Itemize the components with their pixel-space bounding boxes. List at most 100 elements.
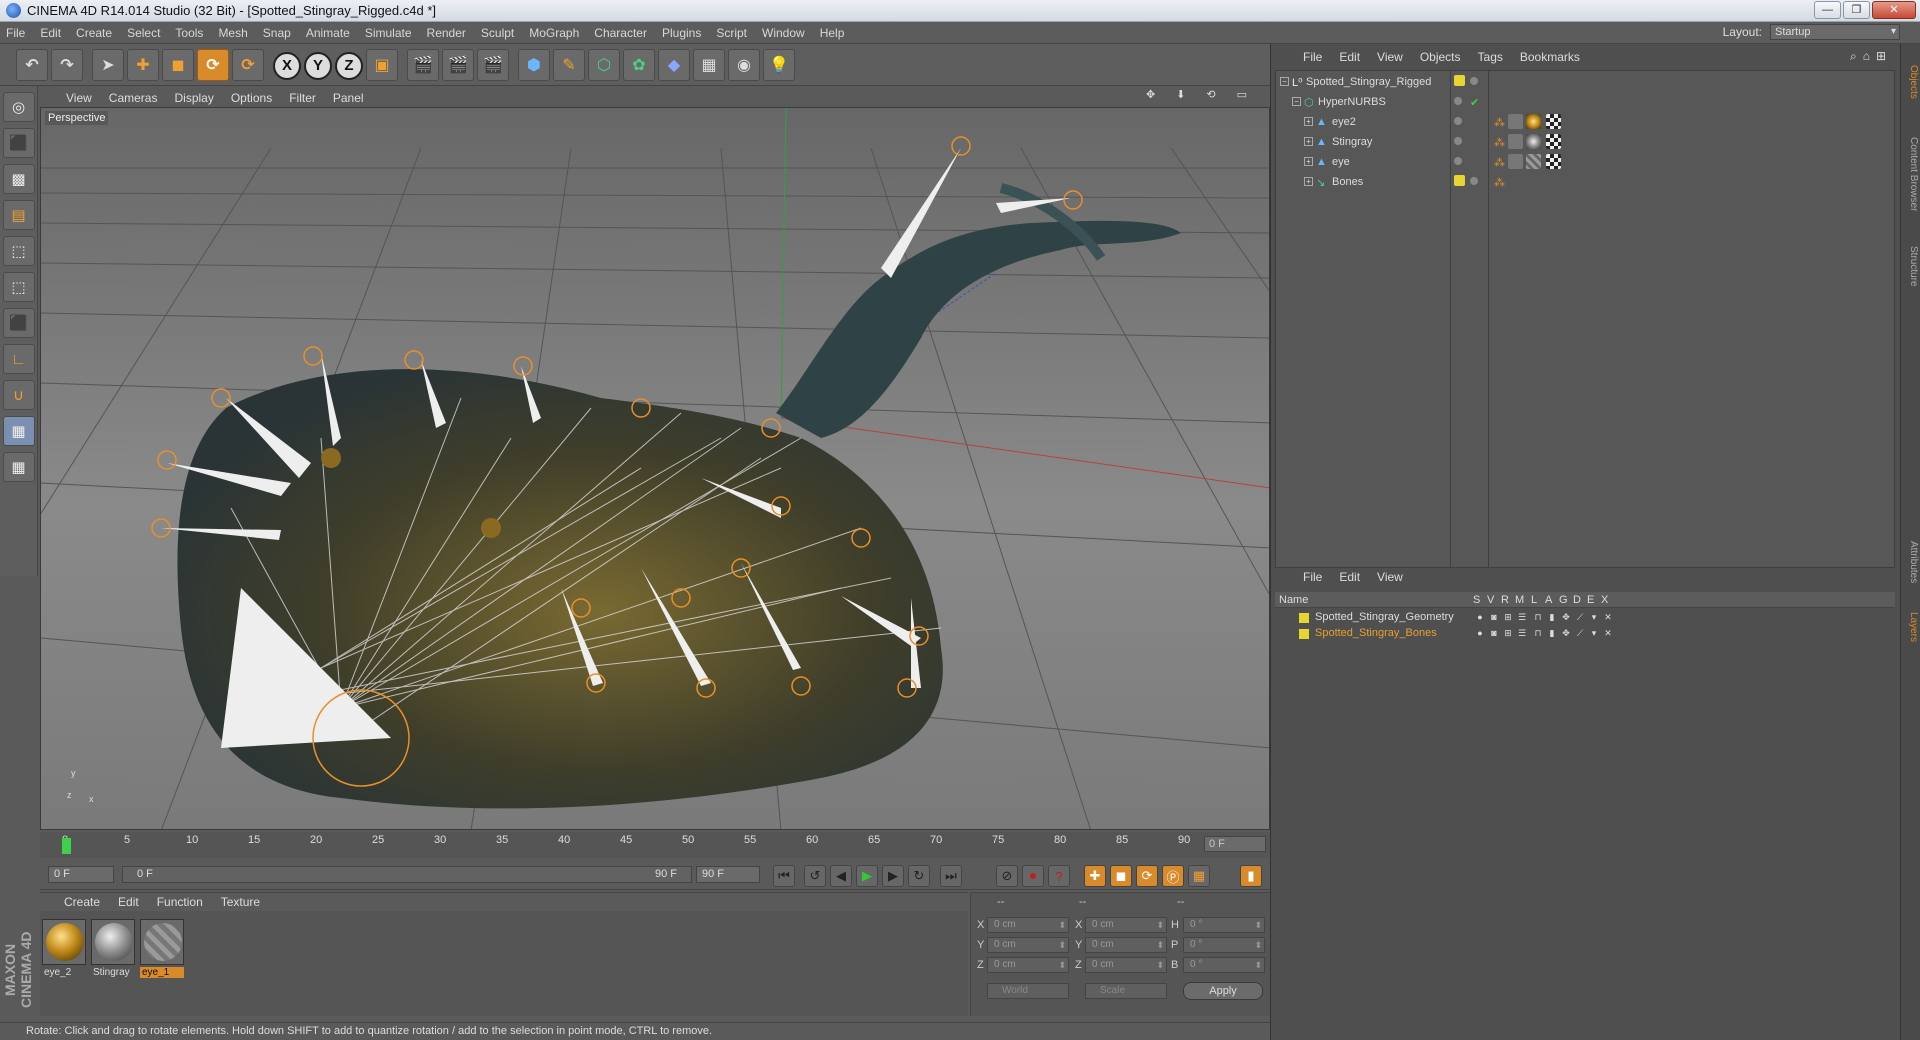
menu-simulate[interactable]: Simulate [365,26,412,40]
key-position-button[interactable]: ✚ [1084,865,1106,887]
object-row-spotted-stingray-rigged[interactable]: − L⁰ Spotted_Stingray_Rigged [1276,73,1894,92]
object-menu-objects[interactable]: Objects [1420,50,1461,64]
go-to-start-button[interactable]: ⏮ [773,865,795,887]
menu-help[interactable]: Help [820,26,845,40]
layer-col-render[interactable]: R [1501,594,1509,606]
rotate-tool-button[interactable]: ⟳ [197,48,229,81]
layer-color-swatch[interactable] [1299,629,1309,639]
undo-button[interactable]: ↶ [16,48,48,81]
recent-tool-button[interactable]: ⟳ [232,48,264,81]
material-stingray[interactable] [91,919,135,965]
coordinate-system-button[interactable]: ▣ [366,48,398,81]
object-menu-view[interactable]: View [1377,50,1403,64]
move-tool-button[interactable]: ✚ [127,48,159,81]
phong-tag-icon[interactable] [1508,114,1523,129]
minimize-button[interactable]: — [1814,1,1841,19]
solo-dot-icon[interactable]: ● [1475,612,1485,622]
current-frame-field[interactable]: 0 F [1204,836,1266,852]
coord-space-dropdown[interactable]: World [987,983,1069,999]
dolly-icon[interactable]: ⬇ [1176,88,1185,101]
uvw-tag-icon[interactable] [1546,154,1561,169]
key-pla-button[interactable]: ▦ [1188,865,1210,887]
coord-rot-h-field[interactable]: 0 ° [1183,917,1265,933]
object-menu-tags[interactable]: Tags [1478,50,1503,64]
redo-button[interactable]: ↷ [51,48,83,81]
frame-ruler[interactable]: 0 5 10 15 20 25 30 35 40 45 50 55 60 65 … [52,834,1202,856]
render-view-button[interactable]: 🎬 [407,48,439,81]
record-position-button[interactable]: ⊘ [996,865,1018,887]
viewport-menu-options[interactable]: Options [231,91,272,105]
menu-snap[interactable]: Snap [263,26,291,40]
eye-view-icon[interactable]: ◙ [1489,628,1499,638]
next-frame-button[interactable]: ▶ [882,865,904,887]
tab-attributes[interactable]: Attributes [1903,530,1919,594]
visibility-dot[interactable] [1454,157,1462,165]
xref-icon[interactable]: ✕ [1603,628,1613,638]
apply-button[interactable]: Apply [1183,982,1263,1000]
coord-size-y-field[interactable]: 0 cm [1085,937,1167,953]
start-frame-field[interactable]: 0 F [48,866,114,883]
layer-col-generators[interactable]: G [1559,594,1568,606]
collapse-toggle[interactable]: − [1280,77,1289,86]
expression-icon[interactable]: ▾ [1589,628,1599,638]
layer-col-xref[interactable]: X [1601,594,1608,606]
coord-pos-y-field[interactable]: 0 cm [987,937,1069,953]
x-axis-toggle[interactable]: X [273,51,301,80]
generator-icon[interactable]: ✥ [1561,628,1571,638]
texture-mode-button[interactable]: ▩ [2,164,35,194]
points-mode-button[interactable]: ⬚ [2,236,35,266]
animation-icon[interactable]: ▮ [1547,612,1557,622]
weight-tag-icon[interactable]: ⁂ [1494,176,1505,189]
material-tag-eye[interactable] [1526,154,1541,169]
lock-icon[interactable]: ⊓ [1533,612,1543,622]
key-scale-button[interactable]: ◼ [1110,865,1132,887]
layer-col-view[interactable]: V [1487,594,1494,606]
solo-dot-icon[interactable]: ● [1475,628,1485,638]
coord-rot-b-field[interactable]: 0 ° [1183,957,1265,973]
add-spline-button[interactable]: ✎ [553,48,585,81]
weight-tag-icon[interactable]: ⁂ [1494,116,1505,129]
layer-row-bones[interactable]: Spotted_Stingray_Bones ● ◙ ⊞ ☰ ⊓ ▮ ✥ ⟋ ▾… [1275,626,1895,642]
snap-button[interactable]: ∪ [2,380,35,410]
layer-col-manager[interactable]: M [1515,594,1524,606]
expand-toggle[interactable]: + [1304,157,1313,166]
layer-col-name[interactable]: Name [1279,594,1308,606]
object-menu-edit[interactable]: Edit [1339,50,1360,64]
expand-toggle[interactable]: + [1304,177,1313,186]
object-menu-file[interactable]: File [1303,50,1322,64]
autokey-button[interactable]: ? [1048,865,1070,887]
make-editable-button[interactable]: ◎ [2,92,35,122]
layer-menu-file[interactable]: File [1303,570,1322,584]
menu-mograph[interactable]: MoGraph [529,26,579,40]
z-axis-toggle[interactable]: Z [335,51,363,80]
new-view-icon[interactable]: ⊞ [1876,49,1886,64]
animation-icon[interactable]: ▮ [1547,628,1557,638]
workplane-mode-button[interactable]: ▤ [2,200,35,230]
workplane-lock-button[interactable]: ▦ [2,416,35,446]
menu-select[interactable]: Select [127,26,160,40]
layer-col-expressions[interactable]: E [1587,594,1594,606]
manager-icon[interactable]: ☰ [1517,628,1527,638]
material-menu-texture[interactable]: Texture [221,895,260,909]
menu-animate[interactable]: Animate [306,26,350,40]
next-key-button[interactable]: ↻ [908,865,930,887]
layer-row-geometry[interactable]: Spotted_Stingray_Geometry ● ◙ ⊞ ☰ ⊓ ▮ ✥ … [1275,610,1895,626]
add-light-button[interactable]: 💡 [763,48,795,81]
menu-sculpt[interactable]: Sculpt [481,26,514,40]
render-icon[interactable]: ⊞ [1503,612,1513,622]
layer-col-solo[interactable]: S [1473,594,1480,606]
expand-toggle[interactable]: + [1304,117,1313,126]
maximize-view-icon[interactable]: ▭ [1237,88,1247,101]
layer-menu-edit[interactable]: Edit [1339,570,1360,584]
menu-create[interactable]: Create [76,26,112,40]
uvw-tag-icon[interactable] [1546,114,1561,129]
render-picture-viewer-button[interactable]: 🎬 [442,48,474,81]
timeline-window-button[interactable]: ▮ [1240,865,1262,887]
orbit-icon[interactable]: ⟲ [1206,88,1215,101]
menu-plugins[interactable]: Plugins [662,26,701,40]
object-row-bones[interactable]: + ↘ Bones ⁂ [1276,173,1894,192]
coord-rot-p-field[interactable]: 0 ° [1183,937,1265,953]
object-menu-bookmarks[interactable]: Bookmarks [1520,50,1580,64]
viewport-menu-cameras[interactable]: Cameras [109,91,158,105]
viewport-menu-panel[interactable]: Panel [333,91,364,105]
